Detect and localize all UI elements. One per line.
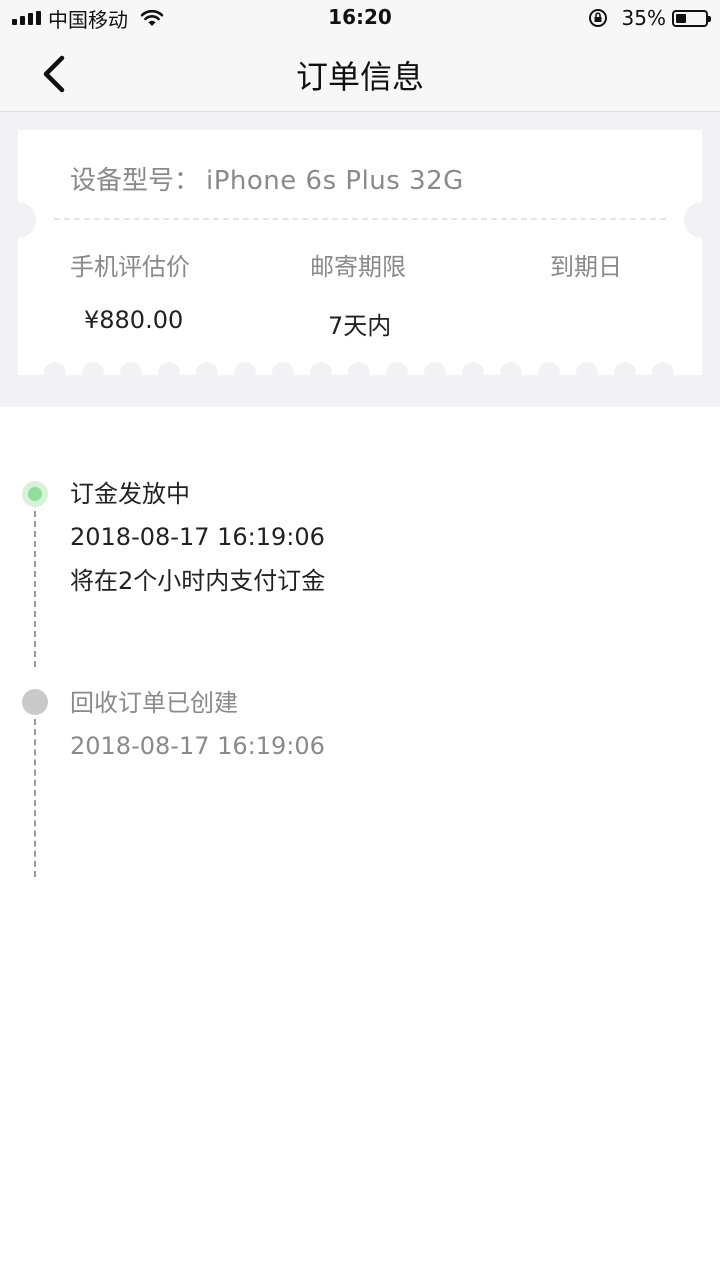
battery-percent: 35% [621, 6, 666, 30]
rotation-lock-icon [588, 9, 607, 27]
ticket-scallop [196, 362, 218, 384]
ticket-scallop [272, 362, 294, 384]
mail-deadline-label: 邮寄期限 [310, 253, 406, 281]
ticket-scallop-edge [44, 362, 674, 384]
status-right: 35% [588, 6, 711, 30]
ticket-divider [54, 218, 666, 220]
device-model-label: 设备型号： [70, 166, 201, 196]
due-date-column: 到期日 [550, 247, 720, 306]
ticket-scallop [614, 362, 636, 384]
estimated-price-column: 手机评估价 ¥880.00 [70, 247, 290, 334]
ticket-scallop [576, 362, 598, 384]
timeline-connector [34, 719, 36, 877]
mail-deadline-column: 邮寄期限 7天内 [310, 247, 530, 341]
order-card-area: 设备型号： iPhone 6s Plus 32G 手机评估价 ¥880.00 邮寄… [0, 112, 720, 407]
mail-deadline-value: 7天内 [328, 312, 392, 340]
estimated-price-label: 手机评估价 [70, 253, 190, 281]
battery-icon [672, 9, 711, 27]
ticket-scallop [348, 362, 370, 384]
ticket-scallop [234, 362, 256, 384]
ticket-scallop [386, 362, 408, 384]
battery-fill [676, 13, 686, 23]
timeline-time: 2018-08-17 16:19:06 [70, 732, 325, 760]
order-ticket-card: 设备型号： iPhone 6s Plus 32G 手机评估价 ¥880.00 邮寄… [0, 130, 720, 384]
page-title: 订单信息 [295, 58, 424, 96]
nav-bar: 订单信息 [0, 36, 720, 112]
ticket-scallop [538, 362, 560, 384]
ticket-scallop [500, 362, 522, 384]
ticket-scallop [44, 362, 66, 384]
timeline-connector [34, 511, 36, 667]
order-timeline: 订金发放中 2018-08-17 16:19:06 将在2个小时内支付订金 回收… [0, 407, 720, 1280]
ticket-scallop [120, 362, 142, 384]
timeline-title: 订金发放中 [70, 480, 190, 508]
due-date-label: 到期日 [550, 253, 622, 281]
ticket-scallop [310, 362, 332, 384]
timeline-status-dot-active [22, 481, 48, 507]
timeline-time: 2018-08-17 16:19:06 [70, 523, 325, 551]
ticket-notch-left [0, 202, 36, 238]
ticket-notch-right [684, 202, 720, 238]
ticket-scallop [652, 362, 674, 384]
timeline-title: 回收订单已创建 [70, 689, 238, 717]
timeline-note: 将在2个小时内支付订金 [70, 567, 326, 595]
ticket-scallop [82, 362, 104, 384]
estimated-price-value: ¥880.00 [84, 306, 184, 334]
device-model-value: iPhone 6s Plus 32G [206, 166, 464, 196]
ticket-scallop [462, 362, 484, 384]
timeline-status-dot-inactive [22, 689, 48, 715]
device-model-row: 设备型号： iPhone 6s Plus 32G [70, 160, 464, 197]
status-bar: 中国移动 16:20 35% [0, 0, 720, 36]
ticket-scallop [158, 362, 180, 384]
ticket-scallop [424, 362, 446, 384]
